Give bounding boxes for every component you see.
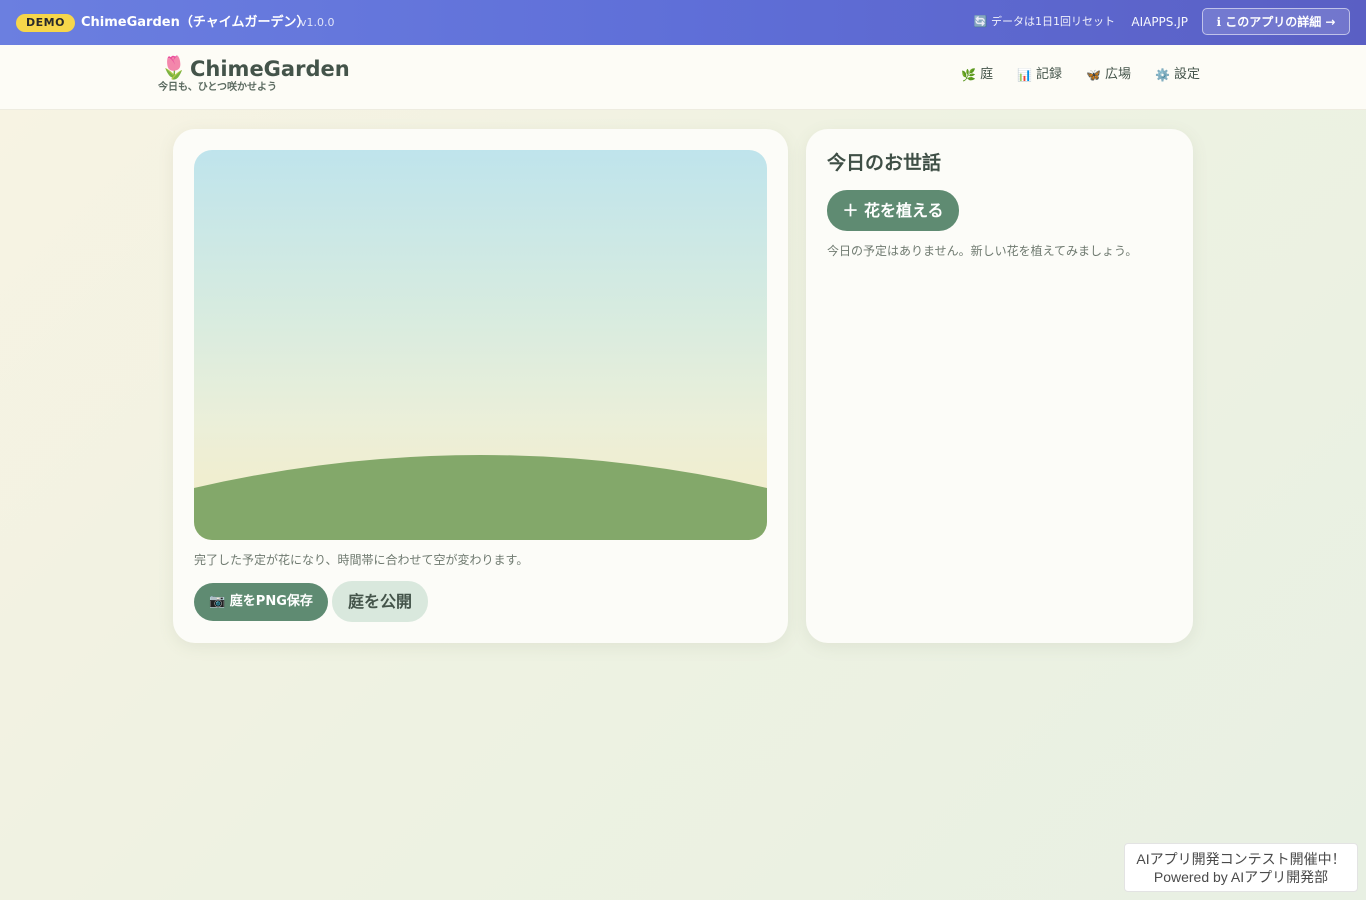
garden-card: 完了した予定が花になり、時間帯に合わせて空が変わります。 📷 庭をPNG保存 庭… [173,129,788,643]
care-title: 今日のお世話 [827,152,942,174]
app-header: 🌷 ChimeGarden 今日も、ひとつ咲かせよう 🌿 庭 📊 記録 🦋 広場… [0,45,1366,110]
nav-item-label: 設定 [1173,67,1200,82]
nav-item-garden[interactable]: 🌿 庭 [961,67,993,83]
contest-line: AIアプリ開発コンテスト開催中！ [1136,851,1346,867]
nav-item-records[interactable]: 📊 記録 [1017,67,1062,83]
tulip-icon: 🌷 [160,56,188,81]
demo-bar: DEMO ChimeGarden（チャイムガーデン） v1.0.0 🔄 データは… [0,0,1366,45]
reset-notice: 🔄 データは1日1回リセット [973,15,1115,28]
hill [194,455,767,540]
powered-by-line: Powered by AIアプリ開発部 [1153,869,1329,885]
nav-item-settings[interactable]: ⚙️ 設定 [1155,67,1200,83]
care-card: 今日のお世話 ＋ 花を植える 今日の予定はありません。新しい花を植えてみましょう… [806,129,1193,643]
app-detail-button[interactable]: ℹ このアプリの詳細 → [1202,8,1350,35]
aiapps-link[interactable]: AIAPPS.JP [1131,15,1188,29]
bar-chart-icon: 📊 [1017,68,1033,82]
nav-item-label: 庭 [980,67,994,82]
gear-icon: ⚙️ [1155,68,1170,82]
publish-garden-button[interactable]: 庭を公開 [332,581,428,622]
demo-app-title: ChimeGarden（チャイムガーデン） [81,15,310,30]
nav-item-plaza[interactable]: 🦋 広場 [1086,67,1131,83]
nav-item-label: 広場 [1105,67,1132,82]
nav-item-label: 記録 [1036,67,1063,82]
butterfly-icon: 🦋 [1086,68,1102,82]
demo-badge: DEMO [16,14,75,32]
demo-version: v1.0.0 [300,16,335,29]
app-logo[interactable]: ChimeGarden [190,57,350,81]
plant-flower-button[interactable]: ＋ 花を植える [827,190,959,231]
save-png-button[interactable]: 📷 庭をPNG保存 [194,583,328,621]
garden-scene [194,455,767,540]
empty-schedule-message: 今日の予定はありません。新しい花を植えてみましょう。 [827,244,1138,258]
main-nav: 🌿 庭 📊 記録 🦋 広場 ⚙️ 設定 [961,67,1200,83]
garden-caption: 完了した予定が花になり、時間帯に合わせて空が変わります。 [194,553,529,567]
herb-icon: 🌿 [961,68,977,82]
app-tagline: 今日も、ひとつ咲かせよう [158,82,277,93]
garden-canvas[interactable] [194,150,767,540]
contest-banner[interactable]: AIアプリ開発コンテスト開催中！ Powered by AIアプリ開発部 [1124,843,1358,892]
